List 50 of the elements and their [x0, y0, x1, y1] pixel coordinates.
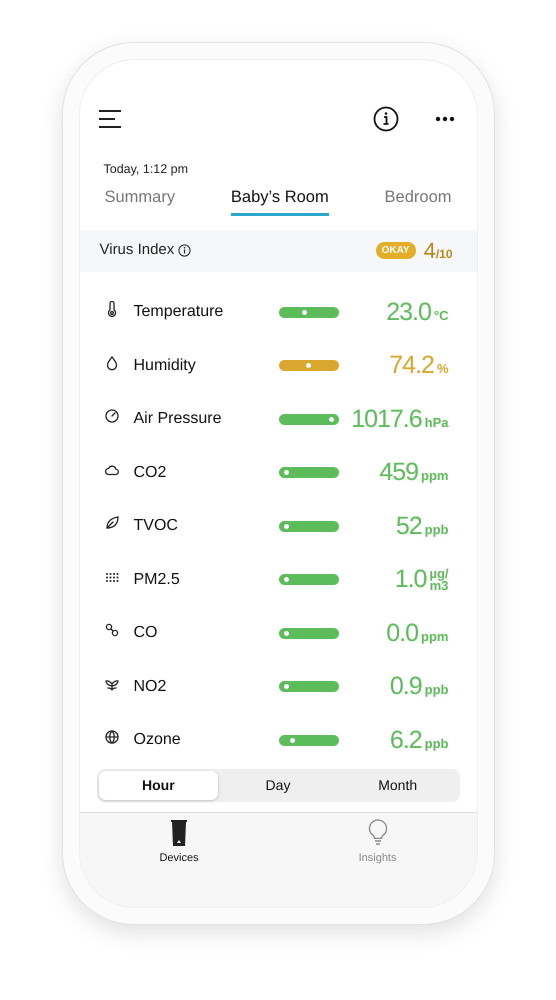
- globe-icon: [104, 729, 120, 746]
- reading-name: Ozone: [134, 730, 182, 750]
- room-tab[interactable]: Summary: [104, 184, 176, 216]
- reading-unit: ppb: [424, 681, 448, 699]
- range-option[interactable]: Month: [338, 771, 458, 800]
- more-icon[interactable]: [434, 116, 454, 122]
- timestamp: Today, 1:12 pm: [104, 161, 190, 178]
- range-option[interactable]: Day: [218, 771, 338, 800]
- reading-value: 74.2: [389, 350, 434, 381]
- reading-name: Air Pressure: [134, 409, 223, 430]
- reading-name: CO2: [134, 462, 168, 483]
- reading-unit: µg/: [429, 568, 448, 580]
- reading-name: NO2: [134, 676, 168, 697]
- reading-value: 1.0: [394, 564, 426, 595]
- leaf-icon: [104, 515, 120, 532]
- range-option[interactable]: Hour: [98, 771, 218, 800]
- reading-unit: ppb: [424, 520, 448, 539]
- reading-unit: %: [436, 360, 448, 378]
- reading-value: 23.0: [386, 296, 431, 328]
- tab-bar-item[interactable]: Devices: [159, 819, 199, 867]
- molecule-icon: [104, 622, 120, 638]
- reading-value: 52: [396, 510, 422, 542]
- menu-icon[interactable]: [98, 109, 122, 129]
- gauge-icon: [104, 408, 120, 424]
- reading-value: 459: [379, 457, 418, 488]
- reading-unit: ppm: [421, 628, 448, 646]
- reading-name: TVOC: [134, 516, 179, 536]
- reading-name: Temperature: [134, 302, 224, 322]
- reading-unit: ppb: [424, 734, 448, 753]
- virus-score: 4: [424, 237, 436, 265]
- reading-value: 6.2: [390, 724, 422, 756]
- virus-index-label: Virus Index: [100, 240, 174, 260]
- reading-unit: m3: [430, 580, 448, 592]
- reading-value: 0.9: [390, 671, 422, 702]
- device-icon: [171, 819, 188, 847]
- score-scale: /10: [436, 246, 452, 263]
- room-tab[interactable]: Bedroom: [384, 184, 452, 216]
- info-icon[interactable]: [372, 106, 398, 132]
- status-badge: OKAY: [376, 242, 416, 259]
- reading-unit: ppm: [421, 467, 448, 485]
- reading-name: PM2.5: [134, 570, 181, 590]
- reading-unit: °C: [434, 306, 448, 324]
- lightbulb-icon: [366, 819, 389, 847]
- reading-name: CO: [134, 623, 158, 644]
- room-tab[interactable]: Baby’s Room: [230, 184, 329, 216]
- reading-value: 0.0: [386, 618, 418, 648]
- reading-value: 1017.6: [351, 404, 422, 434]
- info-icon[interactable]: [178, 244, 192, 257]
- reading-unit: hPa: [424, 414, 448, 432]
- reading-name: Humidity: [134, 356, 197, 376]
